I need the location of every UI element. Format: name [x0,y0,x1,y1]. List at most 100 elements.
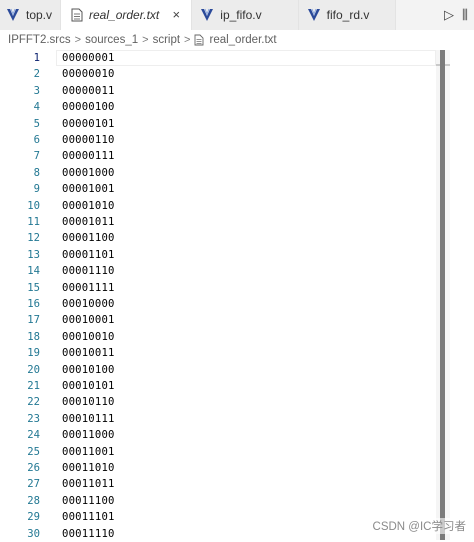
editor-line[interactable]: 27 00011011 [0,476,440,492]
breadcrumb-item[interactable]: IPFFT2.srcs [8,34,71,46]
line-text[interactable]: 00000101 [62,116,115,132]
chevron-right-icon: > [74,34,82,46]
close-icon[interactable]: × [169,8,183,22]
split-editor-icon[interactable]: ⫼ [462,7,468,23]
editor-line[interactable]: 4 00000100 [0,99,440,115]
line-number: 28 [27,494,40,507]
line-number: 17 [27,314,40,327]
line-number: 29 [27,511,40,524]
line-text[interactable]: 00011010 [62,460,115,476]
editor-line[interactable]: 6 00000110 [0,132,440,148]
line-text[interactable]: 00010100 [62,362,115,378]
line-number: 16 [27,298,40,310]
line-text[interactable]: 00001111 [62,280,115,296]
line-text[interactable]: 00010101 [62,378,115,394]
line-text[interactable]: 00001110 [62,263,115,279]
line-number: 25 [27,445,40,458]
editor-line[interactable]: 19 00010011 [0,345,440,361]
editor-line[interactable]: 25 00011001 [0,444,440,460]
chevron-right-icon: > [184,34,191,46]
breadcrumb-item[interactable]: script [153,34,180,46]
tab-fifo-rd-v[interactable]: fifo_rd.v [298,0,397,30]
line-text[interactable]: 00000011 [62,83,115,99]
line-number: 7 [33,150,40,163]
line-text[interactable]: 00001101 [62,247,115,263]
editor-line[interactable]: 23 00010111 [0,411,440,427]
tab-ip-fifo-v[interactable]: ip_fifo.v [192,0,299,30]
tab-label: fifo_rd.v [326,8,370,22]
line-text[interactable]: 00000111 [62,148,115,164]
breadcrumb-item[interactable]: real_order.txt [209,34,276,46]
editor-line[interactable]: 16 00010000 [0,296,440,312]
editor-line[interactable]: 9 00001001 [0,181,440,197]
scrollbar-thumb[interactable] [440,50,445,540]
editor-line[interactable]: 22 00010110 [0,394,440,410]
line-text[interactable]: 00001001 [62,181,115,197]
line-number: 15 [27,281,40,294]
line-number: 21 [27,380,40,392]
editor-line[interactable]: 14 00001110 [0,263,440,279]
editor-line[interactable]: 8 00001000 [0,165,440,181]
text-editor[interactable]: 1 00000001 2 00000010 3 00000011 4 00000100 5 000… [0,50,474,540]
line-text[interactable]: 00000100 [62,99,115,115]
line-number: 18 [27,330,40,343]
line-number: 12 [27,232,40,245]
editor-line[interactable]: 21 00010101 [0,378,440,394]
line-number: 24 [27,429,40,442]
line-text[interactable]: 00011101 [62,509,115,525]
line-number: 10 [27,199,40,212]
line-text[interactable]: 00000001 [62,50,115,66]
line-number: 8 [33,166,40,179]
editor-line[interactable]: 26 00011010 [0,460,440,476]
editor-line[interactable]: 2 00000010 [0,66,440,82]
editor-line[interactable]: 1 00000001 [0,50,440,66]
line-text[interactable]: 00010110 [62,394,115,410]
editor-line[interactable]: 24 00011000 [0,427,440,443]
line-number: 3 [33,84,40,97]
tab-label: real_order.txt [89,8,160,22]
editor-line[interactable]: 13 00001101 [0,247,440,263]
line-text[interactable]: 00011011 [62,476,115,492]
tab-top-v[interactable]: top.v [0,0,62,30]
editor-line[interactable]: 7 00000111 [0,148,440,164]
line-text[interactable]: 00010001 [62,312,115,328]
verilog-file-icon [307,8,320,21]
line-number: 1 [33,52,40,64]
line-text[interactable]: 00001010 [62,198,115,214]
run-icon[interactable]: ▷ [444,7,454,23]
editor-line[interactable]: 17 00010001 [0,312,440,328]
breadcrumb-item[interactable]: sources_1 [85,34,138,46]
line-text[interactable]: 00010010 [62,329,115,345]
line-number: 5 [33,117,40,130]
breadcrumb: IPFFT2.srcs > sources_1 > script > real_… [0,30,474,50]
text-file-icon [71,8,83,22]
line-text[interactable]: 00000010 [62,66,115,82]
line-text[interactable]: 00010000 [62,296,115,312]
editor-line[interactable]: 10 00001010 [0,198,440,214]
editor-line[interactable]: 3 00000011 [0,83,440,99]
editor-tab-bar: top.v real_order.txt × ip_fifo.v fifo_rd… [0,0,474,30]
editor-line[interactable]: 28 00011100 [0,493,440,509]
tab-real-order-txt[interactable]: real_order.txt × [61,0,193,30]
editor-line[interactable]: 15 00001111 [0,280,440,296]
line-text[interactable]: 00010011 [62,345,115,361]
line-text[interactable]: 00001011 [62,214,115,230]
watermark: CSDN @IC学习者 [372,518,466,534]
line-text[interactable]: 00011000 [62,427,115,443]
line-number: 11 [27,216,40,228]
line-text[interactable]: 00011001 [62,444,115,460]
line-number: 14 [27,265,40,278]
editor-line[interactable]: 11 00001011 [0,214,440,230]
editor-line[interactable]: 20 00010100 [0,362,440,378]
verilog-file-icon [201,8,214,21]
editor-line[interactable]: 12 00001100 [0,230,440,246]
line-number: 9 [33,183,40,196]
line-text[interactable]: 00010111 [62,411,115,427]
line-text[interactable]: 00001000 [62,165,115,181]
text-file-icon [195,34,204,46]
editor-line[interactable]: 5 00000101 [0,116,440,132]
line-text[interactable]: 00000110 [62,132,115,148]
editor-line[interactable]: 18 00010010 [0,329,440,345]
line-text[interactable]: 00011100 [62,493,115,509]
line-text[interactable]: 00001100 [62,230,115,246]
